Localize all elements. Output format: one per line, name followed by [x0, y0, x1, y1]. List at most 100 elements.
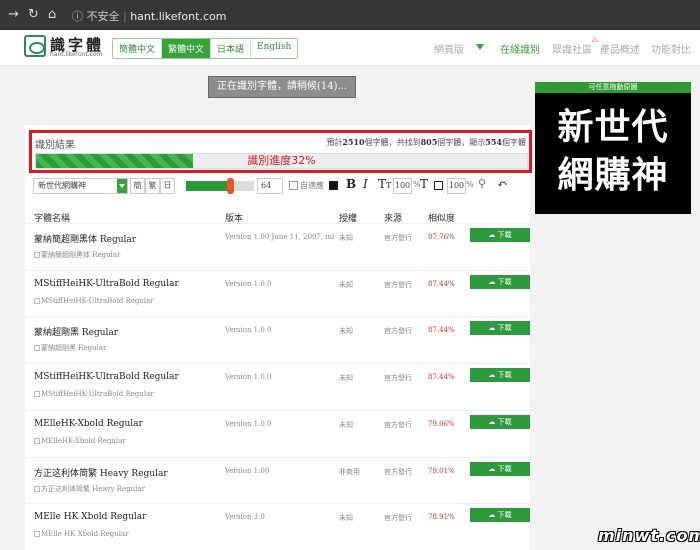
background-color-swatch[interactable]: [434, 181, 443, 190]
font-source: 官方發行: [384, 327, 412, 335]
font-license: 未知: [339, 514, 353, 522]
font-license: 未知: [339, 327, 353, 335]
scale-input-1[interactable]: 100: [393, 178, 412, 194]
reload-icon[interactable]: ↻: [28, 7, 39, 22]
filter-icon[interactable]: ⚲: [478, 177, 486, 190]
lang-english[interactable]: English: [251, 39, 298, 58]
cloud-download-icon: ☁: [488, 371, 498, 379]
font-preview: MStiffHeiHK-UltraBold Regular: [34, 297, 154, 305]
lang-simplified[interactable]: 簡體中文: [113, 39, 163, 58]
font-license: 未知: [339, 421, 353, 429]
download-button[interactable]: ☁ 下載: [470, 462, 530, 476]
download-button[interactable]: ☁ 下載: [470, 508, 530, 522]
font-license: 未知: [339, 281, 353, 289]
address-bar[interactable]: ⓘ 不安全 | hant.likefont.com: [72, 8, 226, 24]
font-version: Version 1.0.0: [225, 373, 272, 381]
script-traditional-button[interactable]: 繁: [145, 178, 160, 194]
download-button[interactable]: ☁ 下載: [470, 368, 530, 382]
cloud-download-icon: ☁: [488, 418, 498, 426]
sample-text-select[interactable]: 新世代網購神: [33, 178, 128, 194]
table-row: MElleHK-Xbold Regular MElleHK-Xbold Regu…: [25, 410, 530, 457]
font-name[interactable]: 蒙納簡超剛黑体 Regular: [34, 232, 136, 245]
font-source: 官方發行: [384, 468, 412, 476]
slider-handle[interactable]: [226, 178, 234, 194]
font-source: 官方發行: [384, 421, 412, 429]
font-name[interactable]: 方正这利体简繁 Heavy Regular: [34, 466, 168, 479]
font-preview: 蒙納簡超剛黑体 Regular: [34, 250, 120, 260]
font-name[interactable]: MStiffHeiHK-UltraBold Regular: [34, 279, 179, 289]
text-width-icon[interactable]: T: [420, 177, 428, 191]
broken-image-icon: [34, 345, 40, 351]
script-switch: 簡 繁 日: [130, 178, 175, 194]
script-japanese-button[interactable]: 日: [160, 178, 175, 194]
font-size-slider[interactable]: [186, 178, 254, 194]
home-icon[interactable]: ⌂: [48, 7, 56, 22]
watermark: minwt.com: [598, 526, 700, 545]
font-source: 官方發行: [384, 514, 412, 522]
broken-image-icon: [34, 252, 40, 258]
nav-feature-compare[interactable]: 功能對比: [651, 41, 691, 56]
font-preview: MStiffHeiHK-UltraBold Regular: [34, 390, 154, 398]
font-similarity: 79.06%: [428, 420, 455, 428]
broken-image-icon: [34, 531, 40, 537]
undo-icon[interactable]: ↶: [497, 177, 507, 191]
nav-web-version[interactable]: 網頁版: [434, 41, 464, 56]
slider-fill: [186, 181, 230, 191]
percent-label-2: %: [466, 180, 474, 189]
auto-fit-checkbox[interactable]: [289, 181, 298, 190]
font-license: 未知: [339, 374, 353, 382]
font-version: Version 1.00 June 11, 2007, initial...: [225, 233, 335, 241]
table-row: MStiffHeiHK-UltraBold Regular MStiffHeiH…: [25, 363, 530, 410]
font-name[interactable]: MStiffHeiHK-UltraBold Regular: [34, 372, 179, 382]
font-preview: 蒙納超剛黑 Regular: [34, 343, 106, 353]
lang-traditional[interactable]: 繁體中文: [162, 39, 212, 58]
font-preview: MElle HK Xbold Regular: [34, 530, 128, 538]
font-similarity: 87.44%: [428, 280, 455, 288]
table-row: MElle HK Xbold Regular MElle HK Xbold Re…: [25, 503, 530, 550]
font-similarity: 79.01%: [428, 467, 455, 475]
lang-japanese[interactable]: 日本語: [211, 39, 252, 58]
nav-community[interactable]: 眾識社區: [552, 41, 592, 56]
font-size-input[interactable]: 64: [257, 178, 283, 194]
recognizing-button[interactable]: 正在識別字體，請稍候(14)...: [208, 76, 356, 98]
download-button[interactable]: ☁ 下載: [470, 275, 530, 289]
cloud-download-icon: ☁: [488, 324, 498, 332]
dropdown-triangle-icon[interactable]: [476, 44, 484, 50]
download-button[interactable]: ☁ 下載: [470, 415, 530, 429]
chevron-down-icon: [117, 179, 127, 193]
font-name[interactable]: MElleHK-Xbold Regular: [34, 419, 143, 429]
result-stats: 預計2510個字體，共找到805個字體，顯示554個字體: [326, 137, 526, 147]
italic-button[interactable]: I: [363, 177, 368, 191]
download-button[interactable]: ☁ 下載: [470, 228, 530, 242]
font-name[interactable]: MElle HK Xbold Regular: [34, 512, 146, 522]
sample-text-value: 新世代網購神: [38, 181, 86, 190]
script-simplified-button[interactable]: 簡: [130, 178, 145, 194]
cloud-download-icon: ☁: [488, 465, 498, 473]
source-image-panel[interactable]: 可任意拖動原圖 新世代 網購神: [535, 82, 691, 214]
result-title: 識別結果: [35, 140, 75, 151]
font-similarity: 78.91%: [428, 513, 455, 521]
progress-text: 識別進度32%: [247, 154, 316, 167]
eye-logo-icon[interactable]: [24, 35, 46, 57]
forward-arrow-icon[interactable]: →: [8, 7, 19, 22]
table-row: 方正这利体简繁 Heavy Regular 方正达利体简繁 Heavy Regu…: [25, 457, 530, 504]
font-version: Version 1.0.0: [225, 326, 272, 334]
nav-product-overview[interactable]: 產品概述: [600, 41, 640, 56]
nav-online-recognition[interactable]: 在綫識別: [500, 41, 540, 56]
bold-button[interactable]: B: [346, 177, 356, 191]
auto-fit-label: 自適應: [300, 181, 324, 190]
recognition-progress-bar: 識別進度32%: [35, 153, 528, 169]
broken-image-icon: [34, 298, 40, 304]
font-preview: 方正达利体简繁 Heavy Regular: [34, 484, 145, 494]
broken-image-icon: [34, 486, 40, 492]
text-color-swatch[interactable]: [329, 181, 338, 190]
table-row: 蒙納簡超剛黑体 Regular 蒙納簡超剛黑体 Regular Version …: [25, 223, 530, 270]
font-name[interactable]: 蒙納超剛黑 Regular: [34, 325, 118, 338]
text-height-icon[interactable]: TT: [378, 177, 391, 191]
font-similarity: 87.76%: [428, 233, 455, 241]
table-row: 蒙納超剛黑 Regular 蒙納超剛黑 Regular Version 1.0.…: [25, 316, 530, 363]
font-version: Version 3.0: [225, 513, 265, 521]
scale-input-2[interactable]: 100: [447, 178, 466, 194]
download-button[interactable]: ☁ 下載: [470, 321, 530, 335]
site-header: 識字體 hant.likefont.com 簡體中文 繁體中文 日本語 Engl…: [0, 30, 700, 66]
